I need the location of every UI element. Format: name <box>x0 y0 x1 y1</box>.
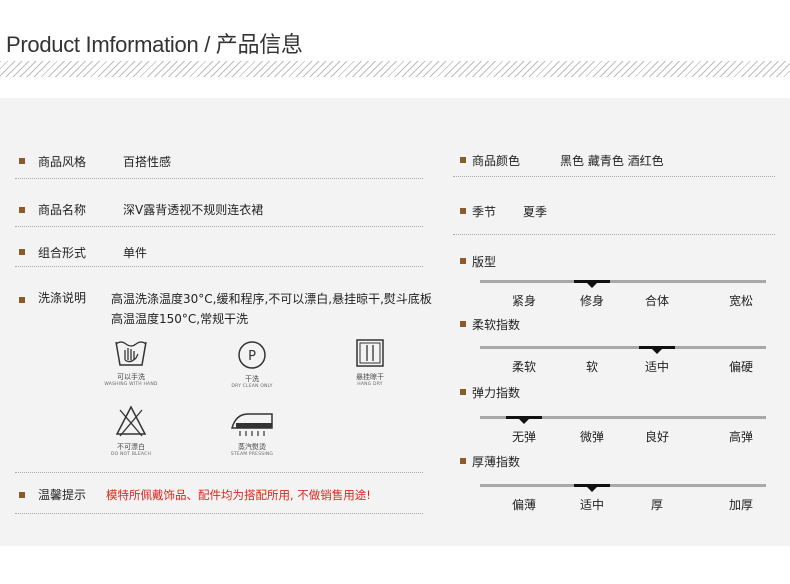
care-caption: 不可漂白 <box>117 443 145 451</box>
page-title: Product Imformation / 产品信息 <box>6 32 303 57</box>
attr-label: 洗涤说明 <box>38 291 87 305</box>
care-caption-en: HANG DRY <box>357 382 383 387</box>
attr-value: 夏季 <box>523 205 548 219</box>
bullet-icon <box>19 492 25 498</box>
bullet-icon <box>19 249 25 255</box>
scale-bar <box>480 280 766 283</box>
scale-option: 合体 <box>644 294 670 308</box>
separator <box>15 472 423 473</box>
attr-label: 组合形式 <box>38 246 87 260</box>
steam-iron-icon <box>231 413 273 436</box>
warning-text: 模特所佩戴饰品、配件均为搭配所用, 不做销售用途! <box>106 488 371 502</box>
care-caption: 干洗 <box>245 375 259 383</box>
scale-option: 良好 <box>644 430 670 444</box>
bullet-icon <box>460 208 466 214</box>
scale-option: 偏硬 <box>728 360 754 374</box>
care-caption: 蒸汽熨烫 <box>238 443 266 451</box>
separator <box>15 178 423 179</box>
scale-option: 无弹 <box>511 430 537 444</box>
separator <box>15 513 423 514</box>
scale-bar <box>480 484 766 487</box>
attr-value: 百搭性感 <box>123 155 172 169</box>
scale-option: 厚 <box>650 498 664 512</box>
hand-wash-icon <box>115 341 147 366</box>
attr-label: 商品风格 <box>38 155 87 169</box>
attr-value: 单件 <box>123 246 148 260</box>
scale-option: 加厚 <box>728 498 754 512</box>
separator <box>453 176 775 177</box>
scale-option: 宽松 <box>728 294 754 308</box>
scale-pointer-icon <box>587 283 597 288</box>
dry-clean-icon: P <box>238 341 266 369</box>
scale-pointer-icon <box>652 349 662 354</box>
care-caption-en: WASHING WITH HAND <box>104 382 158 387</box>
bullet-icon <box>460 389 466 395</box>
no-bleach-icon <box>115 405 147 437</box>
scale-option: 紧身 <box>511 294 537 308</box>
attr-label: 商品颜色 <box>472 154 521 168</box>
scale-option: 适中 <box>579 498 605 512</box>
care-caption: 可以手洗 <box>117 373 145 381</box>
svg-text:P: P <box>248 349 256 364</box>
attr-label: 温馨提示 <box>38 488 87 502</box>
care-caption: 悬挂晾干 <box>356 373 384 381</box>
attr-value: 黑色 藏青色 酒红色 <box>560 154 664 168</box>
attr-label: 商品名称 <box>38 203 87 217</box>
bullet-icon <box>19 158 25 164</box>
care-item: 蒸汽熨烫 STEAM PRESSING <box>220 408 284 457</box>
bullet-icon <box>19 207 25 213</box>
care-item: 可以手洗 WASHING WITH HAND <box>98 338 164 387</box>
care-caption-en: DO NOT BLEACH <box>110 452 152 457</box>
scale-option: 软 <box>585 360 599 374</box>
scale-option: 柔软 <box>511 360 537 374</box>
separator <box>15 226 423 227</box>
wash-description: 高温洗涤温度30°C,缓和程序,不可以漂白,悬挂晾干,熨斗底板高温温度150°C… <box>111 292 432 326</box>
scale-pointer-icon <box>519 419 529 424</box>
scale-option: 高弹 <box>728 430 754 444</box>
scale-pointer-icon <box>587 487 597 492</box>
scale-label: 版型 <box>472 255 497 269</box>
bullet-icon <box>19 297 25 303</box>
hang-dry-icon <box>356 339 384 367</box>
bullet-icon <box>460 321 466 327</box>
bullet-icon <box>460 157 466 163</box>
attr-label: 季节 <box>472 205 497 219</box>
care-caption-en: STEAM PRESSING <box>230 452 274 457</box>
scale-label: 厚薄指数 <box>472 455 521 469</box>
separator <box>453 234 775 235</box>
bullet-icon <box>460 258 466 264</box>
care-item: 不可漂白 DO NOT BLEACH <box>98 404 164 457</box>
bullet-icon <box>460 458 466 464</box>
scale-option: 偏薄 <box>511 498 537 512</box>
scale-bar <box>480 346 766 349</box>
hatch-divider <box>0 61 790 77</box>
care-item: 悬挂晾干 HANG DRY <box>344 338 396 387</box>
scale-option: 修身 <box>579 294 605 308</box>
scale-label: 弹力指数 <box>472 386 521 400</box>
scale-option: 适中 <box>644 360 670 374</box>
care-caption-en: DRY CLEAN ONLY <box>231 384 273 389</box>
attr-value: 深V露背透视不规则连衣裙 <box>123 203 264 217</box>
care-item: P 干洗 DRY CLEAN ONLY <box>220 340 284 389</box>
scale-option: 微弹 <box>579 430 605 444</box>
scale-label: 柔软指数 <box>472 318 521 332</box>
separator <box>15 266 423 267</box>
